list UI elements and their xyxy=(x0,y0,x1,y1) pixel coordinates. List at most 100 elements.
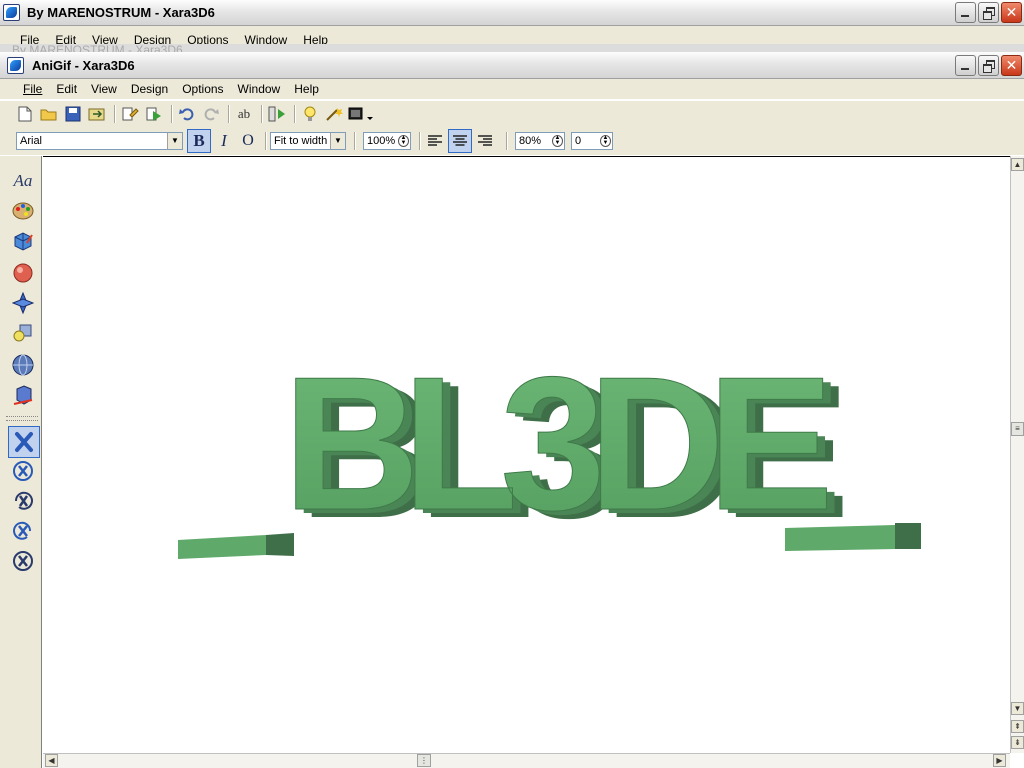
shape-tool-button[interactable] xyxy=(10,260,36,286)
window-title: AniGif - Xara3D6 xyxy=(32,58,135,73)
spin-updown-icon: ▲ ▼ xyxy=(552,135,563,147)
lighting-tool-button[interactable] xyxy=(10,320,36,346)
rotate-x-tool-button[interactable] xyxy=(10,458,36,484)
bevel-button[interactable] xyxy=(323,103,345,125)
spin-updown-icon: ▲ ▼ xyxy=(398,135,409,147)
back-menu-edit[interactable]: Edit xyxy=(47,30,84,45)
back-window-titlebar[interactable]: By MARENOSTRUM - Xara3D6 ✕ xyxy=(0,0,1024,26)
bold-icon: B xyxy=(193,131,205,150)
align-center-icon xyxy=(453,135,467,146)
scroll-left-button[interactable]: ◀ xyxy=(45,754,58,767)
scroll-down-button[interactable]: ▼ xyxy=(1011,702,1024,715)
horizontal-scroll-thumb[interactable]: ⋮ xyxy=(417,754,431,767)
menu-window[interactable]: Window xyxy=(231,79,288,99)
x-spin-left-icon xyxy=(14,491,33,510)
artwork-text-face: BL3DE xyxy=(283,338,827,550)
extrude-tool-button[interactable] xyxy=(10,228,36,254)
vertical-scrollbar[interactable]: ▲ ≡ ▼ ⇞ ⇟ xyxy=(1010,156,1024,753)
text-style-icon: Aa xyxy=(13,171,33,190)
fit-mode-select[interactable]: Fit to width ▼ xyxy=(270,132,346,150)
left-toolbar: Aa xyxy=(0,156,42,768)
animation-options-button[interactable] xyxy=(143,103,165,125)
menu-view[interactable]: View xyxy=(84,79,124,99)
rotate-z-tool-button[interactable] xyxy=(10,518,36,544)
menu-help[interactable]: Help xyxy=(287,79,326,99)
menu-design[interactable]: Design xyxy=(124,79,175,99)
zoom-stepper[interactable]: 100% ▲ ▼ xyxy=(363,132,411,150)
zoom-value: 100% xyxy=(367,135,396,147)
lights-button[interactable] xyxy=(299,103,321,125)
edit-text-button[interactable]: ab xyxy=(233,103,255,125)
palette-icon xyxy=(12,202,34,220)
undo-button[interactable] xyxy=(176,103,198,125)
bold-button[interactable]: B xyxy=(187,129,211,153)
outline-icon: O xyxy=(242,132,254,149)
hidden-window-strip: By MARENOSTRUM - Xara3D6 xyxy=(0,44,1024,52)
design-options-button[interactable] xyxy=(119,103,141,125)
menu-file[interactable]: File xyxy=(16,79,49,99)
window-titlebar[interactable]: AniGif - Xara3D6 ✕ xyxy=(0,52,1024,79)
italic-button[interactable]: I xyxy=(213,130,235,152)
scroll-up-button[interactable]: ▲ xyxy=(1011,158,1024,171)
design-canvas[interactable]: BL3DE BL3DE BL3DE xyxy=(43,156,1010,753)
play-animation-button[interactable] xyxy=(266,103,288,125)
hidden-window-title: By MARENOSTRUM - Xara3D6 xyxy=(12,44,183,52)
rotate-tool-button[interactable] xyxy=(10,352,36,378)
vertical-scroll-thumb[interactable]: ≡ xyxy=(1011,422,1024,436)
back-minimize-button[interactable] xyxy=(955,2,976,23)
redo-button[interactable] xyxy=(200,103,222,125)
outline-button[interactable]: O xyxy=(237,130,259,152)
redo-icon xyxy=(204,108,219,121)
background-color-button[interactable] xyxy=(347,103,377,125)
page-down-button[interactable]: ⇟ xyxy=(1011,736,1024,749)
color-tool-button[interactable] xyxy=(10,198,36,224)
back-menu-design[interactable]: Design xyxy=(126,30,179,45)
horizontal-scrollbar[interactable]: ◀ ⋮ ▶ xyxy=(43,753,1010,768)
back-menu-view[interactable]: View xyxy=(84,30,126,45)
bevel-tool-button[interactable] xyxy=(10,290,36,316)
italic-icon: I xyxy=(221,131,227,150)
restore-button[interactable] xyxy=(978,55,999,76)
scroll-right-button[interactable]: ▶ xyxy=(993,754,1006,767)
save-button[interactable] xyxy=(62,103,84,125)
select-object-tool-button[interactable] xyxy=(8,426,40,458)
tools-divider xyxy=(6,416,38,421)
rotate-y-tool-button[interactable] xyxy=(10,488,36,514)
align-left-button[interactable] xyxy=(424,130,446,152)
back-close-button[interactable]: ✕ xyxy=(1001,2,1022,23)
globe-icon xyxy=(12,354,34,376)
line-spacing-stepper[interactable]: 80% ▲ ▼ xyxy=(515,132,565,150)
menu-options[interactable]: Options xyxy=(175,79,230,99)
back-menu-help[interactable]: Help xyxy=(295,30,336,45)
open-file-button[interactable] xyxy=(38,103,60,125)
align-center-button[interactable] xyxy=(448,129,472,153)
texture-cube-icon xyxy=(13,385,33,405)
3d-text-artwork: BL3DE BL3DE BL3DE xyxy=(178,338,921,559)
minimize-button[interactable] xyxy=(955,55,976,76)
spin-tool-button[interactable] xyxy=(10,548,36,574)
export-icon xyxy=(88,108,105,121)
close-button[interactable]: ✕ xyxy=(1001,55,1022,76)
back-window-menubar: File Edit View Design Options Window Hel… xyxy=(0,26,1024,44)
back-menu-window[interactable]: Window xyxy=(237,30,296,45)
bevel-star-icon xyxy=(12,292,34,314)
font-select[interactable]: Arial ▼ xyxy=(16,132,183,150)
chevron-down-icon: ▼ xyxy=(330,133,345,149)
letter-spacing-stepper[interactable]: 0 ▲ ▼ xyxy=(571,132,613,150)
back-menu-options[interactable]: Options xyxy=(179,30,236,45)
export-button[interactable] xyxy=(86,103,108,125)
undo-icon xyxy=(179,108,194,121)
align-right-button[interactable] xyxy=(474,130,496,152)
background-frame-icon xyxy=(348,107,373,120)
page-up-button[interactable]: ⇞ xyxy=(1011,720,1024,733)
shapes-icon xyxy=(13,324,32,342)
red-sphere-icon xyxy=(13,263,33,283)
back-menu-file[interactable]: File xyxy=(12,30,47,45)
back-restore-button[interactable] xyxy=(978,2,999,23)
new-file-button[interactable] xyxy=(14,103,36,125)
magic-wand-icon xyxy=(326,108,343,121)
spin-updown-icon: ▲ ▼ xyxy=(600,135,611,147)
menu-edit[interactable]: Edit xyxy=(49,79,84,99)
text-tool-button[interactable]: Aa xyxy=(10,168,36,194)
texture-tool-button[interactable] xyxy=(10,382,36,408)
